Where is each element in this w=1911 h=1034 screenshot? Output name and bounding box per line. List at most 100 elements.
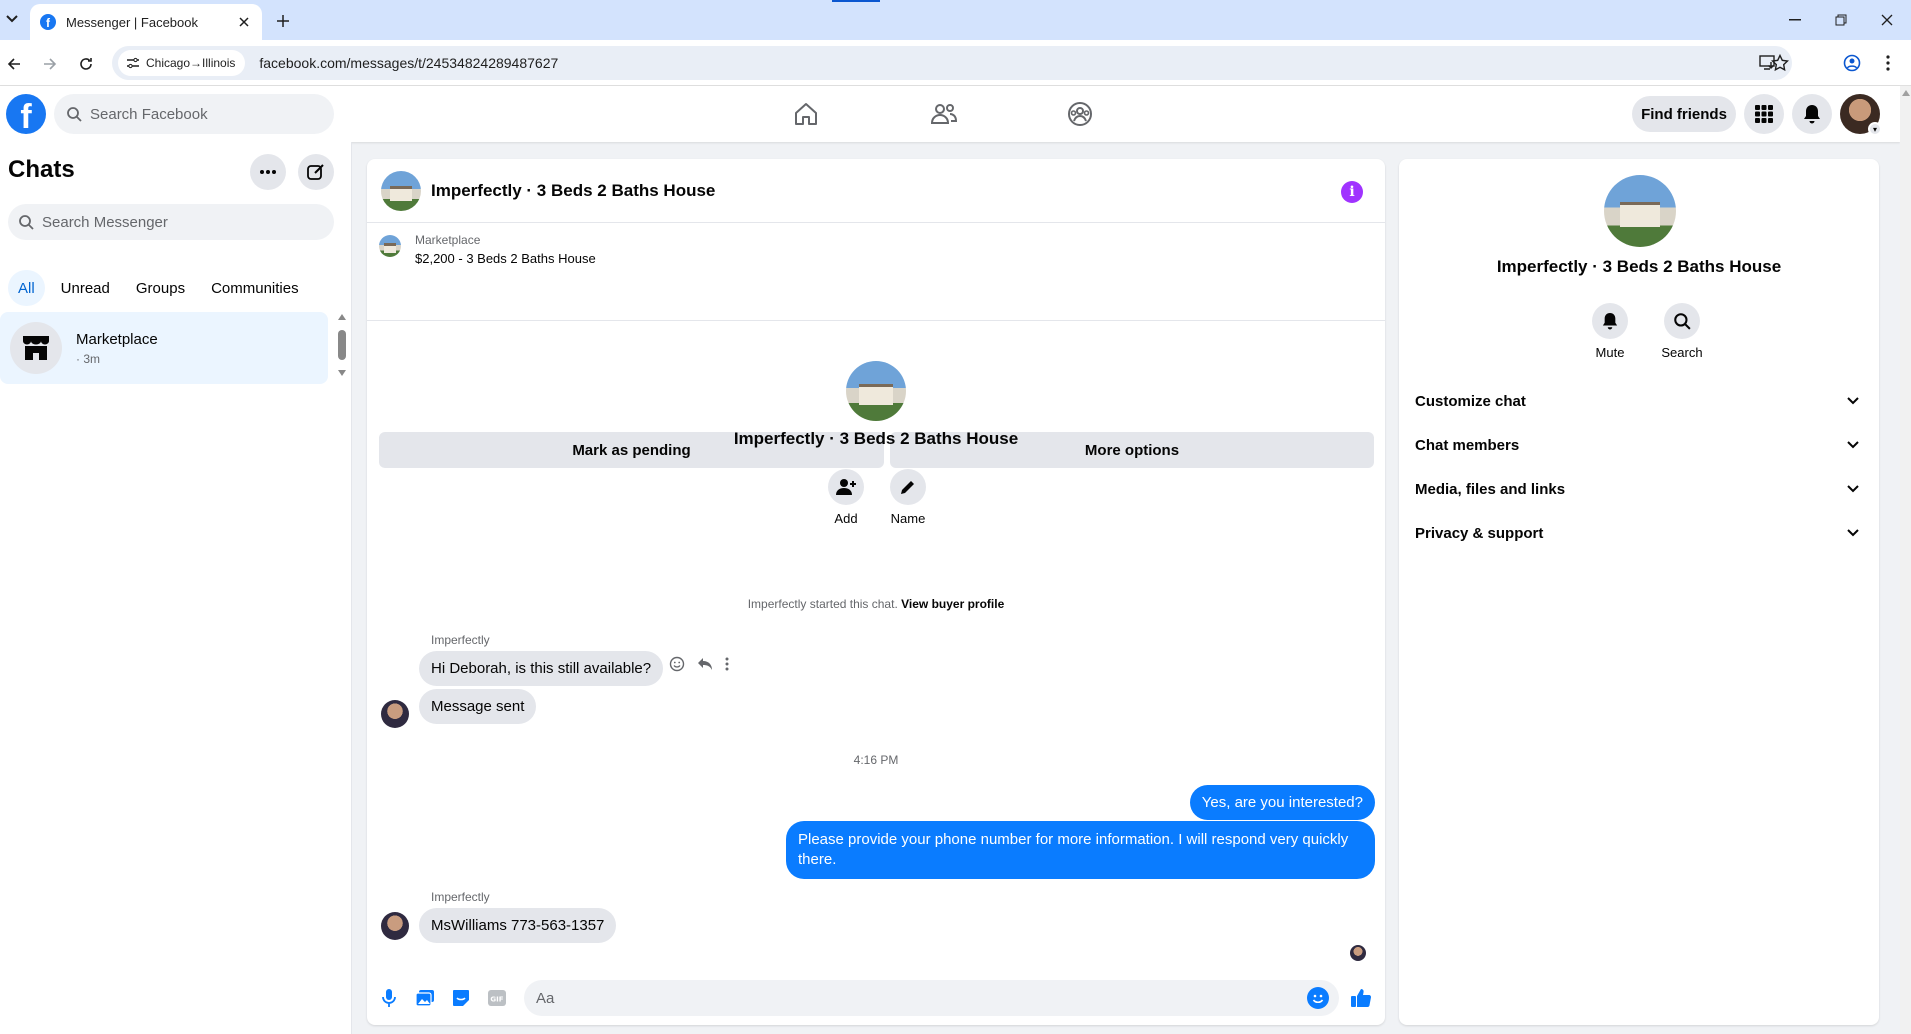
browser-menu-icon[interactable] bbox=[1876, 51, 1900, 75]
sender-avatar[interactable] bbox=[381, 912, 409, 940]
home-icon[interactable] bbox=[790, 98, 822, 130]
chats-scrollbar[interactable] bbox=[336, 314, 348, 384]
site-info-chip[interactable]: Chicago→Illinois bbox=[118, 50, 246, 76]
section-chat-members[interactable]: Chat members bbox=[1407, 423, 1871, 467]
section-media-files-links[interactable]: Media, files and links bbox=[1407, 467, 1871, 511]
account-avatar[interactable]: ▾ bbox=[1840, 94, 1882, 136]
reply-arrow-icon[interactable] bbox=[697, 657, 713, 671]
listing-source-label: Marketplace bbox=[415, 233, 481, 247]
url-text[interactable]: facebook.com/messages/t/2453482428948762… bbox=[259, 55, 558, 71]
incoming-message-bubble[interactable]: Message sent bbox=[419, 689, 537, 724]
outgoing-message-bubble[interactable]: Please provide your phone number for mor… bbox=[786, 821, 1375, 879]
conversation-panel: Imperfectly · 3 Beds 2 Baths House i Mar… bbox=[367, 159, 1385, 1025]
forward-arrow-icon[interactable] bbox=[38, 52, 62, 76]
notifications-bell-icon[interactable] bbox=[1792, 94, 1832, 134]
sender-name: Imperfectly bbox=[431, 890, 490, 904]
more-vertical-icon[interactable] bbox=[725, 657, 729, 671]
find-friends-button[interactable]: Find friends bbox=[1632, 96, 1736, 132]
new-message-compose-icon[interactable] bbox=[298, 154, 334, 190]
chats-sidebar: Chats Search Messenger All Unread Groups… bbox=[0, 142, 352, 1034]
react-smiley-icon[interactable] bbox=[669, 656, 685, 672]
mute-action[interactable]: Mute bbox=[1580, 303, 1640, 360]
details-avatar[interactable] bbox=[1604, 175, 1676, 247]
chat-profile-avatar bbox=[846, 361, 906, 421]
bookmark-star-icon[interactable] bbox=[1768, 51, 1792, 75]
section-customize-chat[interactable]: Customize chat bbox=[1407, 379, 1871, 423]
edit-name-action[interactable]: Name bbox=[878, 469, 938, 526]
address-bar[interactable]: Chicago→Illinois facebook.com/messages/t… bbox=[112, 46, 1792, 80]
facebook-header: f Search Facebook Find friends ▾ bbox=[0, 86, 1900, 142]
thumbs-up-icon[interactable] bbox=[1349, 986, 1373, 1010]
sender-name: Imperfectly bbox=[431, 633, 490, 647]
bell-icon bbox=[1592, 303, 1628, 339]
message-composer: GIF Aa bbox=[367, 971, 1385, 1025]
scroll-up-arrow-icon[interactable] bbox=[1902, 90, 1910, 96]
microphone-icon[interactable] bbox=[377, 986, 401, 1010]
filter-communities[interactable]: Communities bbox=[201, 270, 309, 306]
profile-icon[interactable] bbox=[1840, 51, 1864, 75]
message-input[interactable]: Aa bbox=[524, 980, 1339, 1016]
scroll-thumb[interactable] bbox=[338, 330, 346, 360]
conversation-title[interactable]: Imperfectly · 3 Beds 2 Baths House bbox=[431, 181, 715, 201]
new-tab-plus-icon[interactable] bbox=[272, 10, 294, 32]
messenger-search-placeholder: Search Messenger bbox=[42, 213, 168, 231]
filter-groups[interactable]: Groups bbox=[126, 270, 195, 306]
minimize-icon[interactable] bbox=[1772, 8, 1818, 32]
page-scrollbar[interactable] bbox=[1900, 86, 1911, 1034]
tab-search-chevron-icon[interactable] bbox=[2, 8, 22, 30]
listing-title[interactable]: $2,200 - 3 Beds 2 Baths House bbox=[415, 251, 596, 266]
chat-options-more-icon[interactable] bbox=[250, 154, 286, 190]
facebook-favicon-icon: f bbox=[40, 14, 56, 30]
menu-grid-icon[interactable] bbox=[1744, 94, 1784, 134]
browser-tab[interactable]: f Messenger | Facebook bbox=[30, 4, 262, 40]
listing-thumbnail[interactable] bbox=[379, 235, 401, 257]
chat-started-text: Imperfectly started this chat. bbox=[747, 597, 898, 611]
chevron-down-icon bbox=[1847, 529, 1859, 537]
messenger-search-input[interactable]: Search Messenger bbox=[8, 204, 334, 240]
account-chevron-icon: ▾ bbox=[1868, 122, 1882, 136]
close-tab-icon[interactable] bbox=[236, 14, 252, 30]
reload-icon[interactable] bbox=[74, 52, 98, 76]
chat-list-item[interactable]: Marketplace · 3m bbox=[0, 312, 328, 384]
marketplace-store-icon bbox=[10, 322, 62, 374]
scroll-down-arrow-icon[interactable] bbox=[338, 370, 346, 376]
details-name: Imperfectly · 3 Beds 2 Baths House bbox=[1496, 257, 1782, 276]
gif-icon[interactable]: GIF bbox=[485, 986, 509, 1010]
search-in-conversation-action[interactable]: Search bbox=[1652, 303, 1712, 360]
back-arrow-icon[interactable] bbox=[2, 52, 26, 76]
facebook-logo-icon[interactable]: f bbox=[6, 94, 46, 134]
filter-unread[interactable]: Unread bbox=[51, 270, 120, 306]
site-chip-label: Chicago→Illinois bbox=[146, 56, 236, 70]
tune-icon bbox=[127, 57, 139, 69]
seen-receipt-avatar bbox=[1350, 945, 1366, 961]
conversation-avatar[interactable] bbox=[381, 170, 421, 211]
scroll-up-arrow-icon[interactable] bbox=[338, 314, 346, 320]
friends-icon[interactable] bbox=[928, 98, 960, 130]
close-window-icon[interactable] bbox=[1864, 8, 1910, 32]
groups-icon[interactable] bbox=[1064, 98, 1096, 130]
add-people-action[interactable]: Add bbox=[816, 469, 876, 526]
chevron-down-icon bbox=[1847, 397, 1859, 405]
sender-avatar[interactable] bbox=[381, 700, 409, 728]
chat-started-notice: Imperfectly started this chat. View buye… bbox=[367, 597, 1385, 611]
filter-all[interactable]: All bbox=[8, 270, 45, 306]
pencil-icon bbox=[890, 469, 926, 505]
section-privacy-support[interactable]: Privacy & support bbox=[1407, 511, 1871, 555]
conversation-header: Imperfectly · 3 Beds 2 Baths House i bbox=[367, 159, 1385, 223]
facebook-search-input[interactable]: Search Facebook bbox=[54, 94, 334, 134]
search-icon bbox=[1664, 303, 1700, 339]
view-buyer-profile-link[interactable]: View buyer profile bbox=[901, 597, 1004, 611]
svg-text:GIF: GIF bbox=[490, 996, 503, 1004]
search-icon bbox=[19, 215, 34, 230]
photo-attach-icon[interactable] bbox=[413, 986, 437, 1010]
incoming-message-bubble[interactable]: MsWilliams 773-563-1357 bbox=[419, 908, 617, 943]
message-actions bbox=[669, 656, 729, 672]
chevron-down-icon bbox=[1847, 485, 1859, 493]
restore-icon[interactable] bbox=[1818, 8, 1864, 32]
incoming-message-bubble[interactable]: Hi Deborah, is this still available? bbox=[419, 651, 664, 686]
outgoing-message-bubble[interactable]: Yes, are you interested? bbox=[1189, 785, 1375, 820]
conversation-info-icon[interactable]: i bbox=[1341, 181, 1363, 203]
emoji-icon[interactable] bbox=[1307, 987, 1329, 1009]
sticker-icon[interactable] bbox=[449, 986, 473, 1010]
chat-profile-name: Imperfectly · 3 Beds 2 Baths House bbox=[733, 429, 1019, 448]
